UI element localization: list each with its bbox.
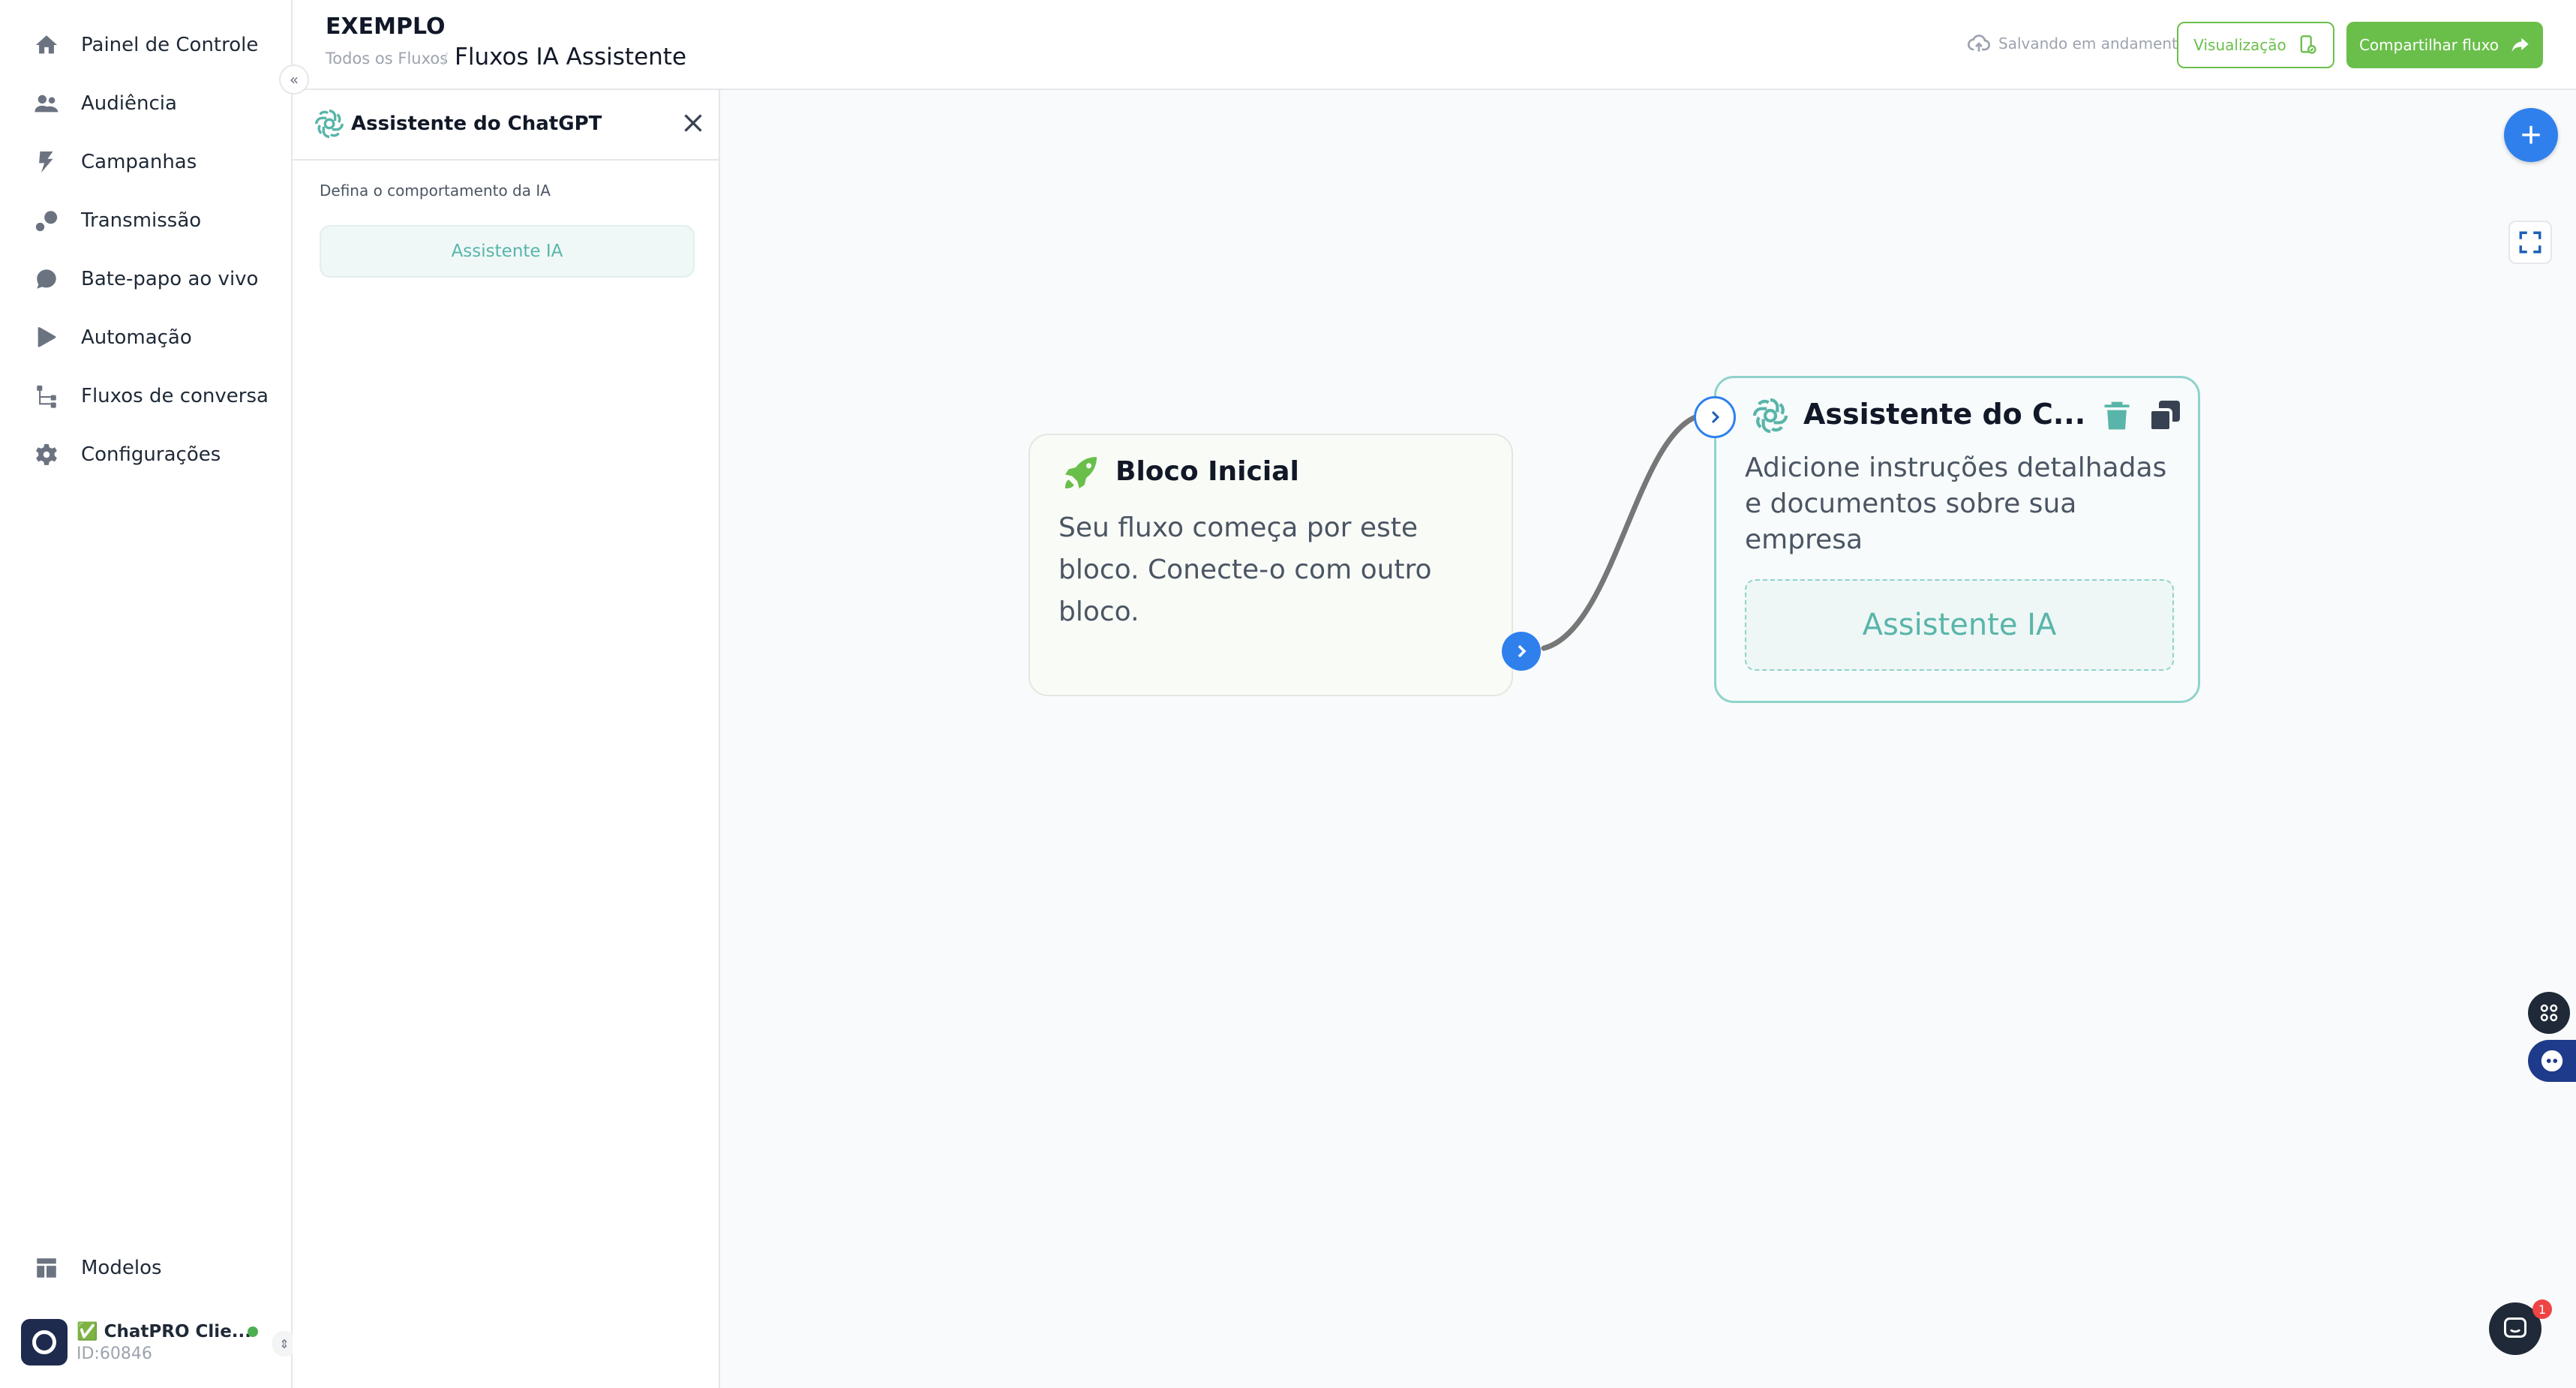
breadcrumb-separator: /	[443, 50, 449, 68]
command-icon	[2540, 1004, 2558, 1022]
avatar	[21, 1319, 68, 1365]
sidebar-item-templates[interactable]: Modelos	[33, 1245, 162, 1290]
online-status-indicator	[248, 1326, 258, 1337]
chevron-right-icon	[1518, 644, 1527, 658]
account-id: ID:60846	[77, 1344, 152, 1363]
message-icon	[2504, 1317, 2526, 1338]
chevron-right-icon	[1711, 410, 1720, 424]
preview-button-label: Visualização	[2193, 36, 2286, 54]
flow-name[interactable]: Fluxos IA Assistente	[455, 44, 686, 71]
output-port[interactable]	[1502, 632, 1541, 671]
panel-title: Assistente do ChatGPT	[351, 113, 602, 135]
share-arrow-icon	[2511, 38, 2529, 53]
add-block-button[interactable]: +	[2504, 108, 2558, 162]
share-flow-button[interactable]: Compartilhar fluxo	[2346, 22, 2543, 68]
notification-badge: 1	[2532, 1299, 2552, 1319]
start-block-title: Bloco Inicial	[1115, 456, 1299, 487]
duplicate-icon[interactable]	[2147, 398, 2183, 434]
sidebar-item-audience[interactable]: Audiência	[33, 81, 177, 126]
broadcast-icon	[33, 207, 60, 234]
ai-assistant-button[interactable]: Assistente IA	[320, 225, 695, 278]
ai-behavior-label: Defina o comportamento da IA	[320, 182, 551, 200]
start-block-description: Seu fluxo começa por este bloco. Conecte…	[1058, 512, 1432, 627]
sidebar-item-campaigns[interactable]: Campanhas	[33, 140, 197, 185]
apps-widget-button[interactable]	[2528, 992, 2570, 1034]
sidebar-item-dashboard[interactable]: Painel de Controle	[33, 23, 258, 68]
saving-status-text: Salvando em andamento	[1998, 35, 2187, 53]
block-settings-panel: Assistente do ChatGPT Defina o comportam…	[293, 90, 720, 1388]
collapse-sidebar-button[interactable]: «	[279, 65, 309, 95]
sidebar-item-label: Modelos	[81, 1257, 162, 1279]
openai-icon	[315, 110, 344, 138]
sidebar-item-label: Painel de Controle	[81, 34, 259, 56]
rocket-icon	[1065, 457, 1097, 488]
cloud-upload-icon	[1968, 35, 1990, 52]
home-icon	[33, 32, 60, 59]
sidebar-item-label: Automação	[81, 326, 192, 349]
start-block[interactable]: Bloco Inicial Seu fluxo começa por este …	[1028, 434, 1513, 696]
input-port[interactable]	[1694, 396, 1736, 438]
sidebar-item-label: Fluxos de conversa	[81, 385, 269, 407]
bolt-icon	[33, 149, 60, 176]
connector-line	[1541, 414, 1698, 651]
templates-icon	[33, 1254, 60, 1281]
panel-header: Assistente do ChatGPT	[293, 90, 719, 161]
sidebar-item-label: Bate-papo ao vivo	[81, 268, 259, 290]
assistant-ia-button[interactable]: Assistente IA	[1745, 579, 2174, 671]
play-icon	[33, 324, 60, 351]
bot-widget-button[interactable]	[2528, 1040, 2576, 1082]
chat-bubble-icon	[33, 266, 60, 293]
sidebar-item-settings[interactable]: Configurações	[33, 432, 221, 477]
sidebar-item-label: Campanhas	[81, 151, 197, 173]
account-switcher[interactable]: ✅ ChatPRO Clie... ID:60846 ⇕	[21, 1317, 297, 1367]
assistant-block-title: Assistente do C...	[1803, 398, 2086, 431]
robot-icon	[2541, 1050, 2563, 1072]
workspace-title: EXEMPLO	[326, 14, 446, 40]
top-header: EXEMPLO Todos os Fluxos / Fluxos IA Assi…	[293, 0, 2576, 90]
account-name: ✅ ChatPRO Clie...	[77, 1322, 251, 1341]
sidebar-item-label: Transmissão	[81, 209, 202, 232]
sidebar-item-automation[interactable]: Automação	[33, 315, 192, 360]
fullscreen-button[interactable]	[2508, 221, 2552, 264]
sidebar-item-live-chat[interactable]: Bate-papo ao vivo	[33, 257, 258, 302]
users-icon	[33, 90, 60, 117]
share-flow-button-label: Compartilhar fluxo	[2358, 36, 2499, 54]
sidebar-item-broadcast[interactable]: Transmissão	[33, 198, 201, 243]
phone-check-icon	[2300, 35, 2316, 54]
saving-status: Salvando em andamento	[1967, 32, 2187, 56]
trash-icon[interactable]	[2100, 398, 2133, 434]
sidebar-item-label: Audiência	[81, 92, 177, 115]
flow-icon	[33, 383, 60, 410]
sidebar-item-flows[interactable]: Fluxos de conversa	[33, 374, 269, 419]
sidebar-item-label: Configurações	[81, 443, 221, 466]
gear-icon	[33, 441, 60, 468]
flow-canvas[interactable]: + Bloco Inicial Seu fluxo começa por est…	[720, 90, 2576, 1388]
sidebar: Painel de Controle Audiência Campanhas T…	[0, 0, 297, 1388]
expand-icon	[2519, 231, 2541, 254]
chatgpt-assistant-block[interactable]: Assistente do C... Adicione instruções d…	[1714, 376, 2200, 703]
breadcrumb-all-flows[interactable]: Todos os Fluxos	[326, 50, 448, 68]
preview-button[interactable]: Visualização	[2177, 22, 2334, 68]
close-icon[interactable]	[680, 110, 707, 137]
assistant-block-description: Adicione instruções detalhadas e documen…	[1745, 452, 2167, 555]
openai-icon	[1752, 398, 1788, 434]
